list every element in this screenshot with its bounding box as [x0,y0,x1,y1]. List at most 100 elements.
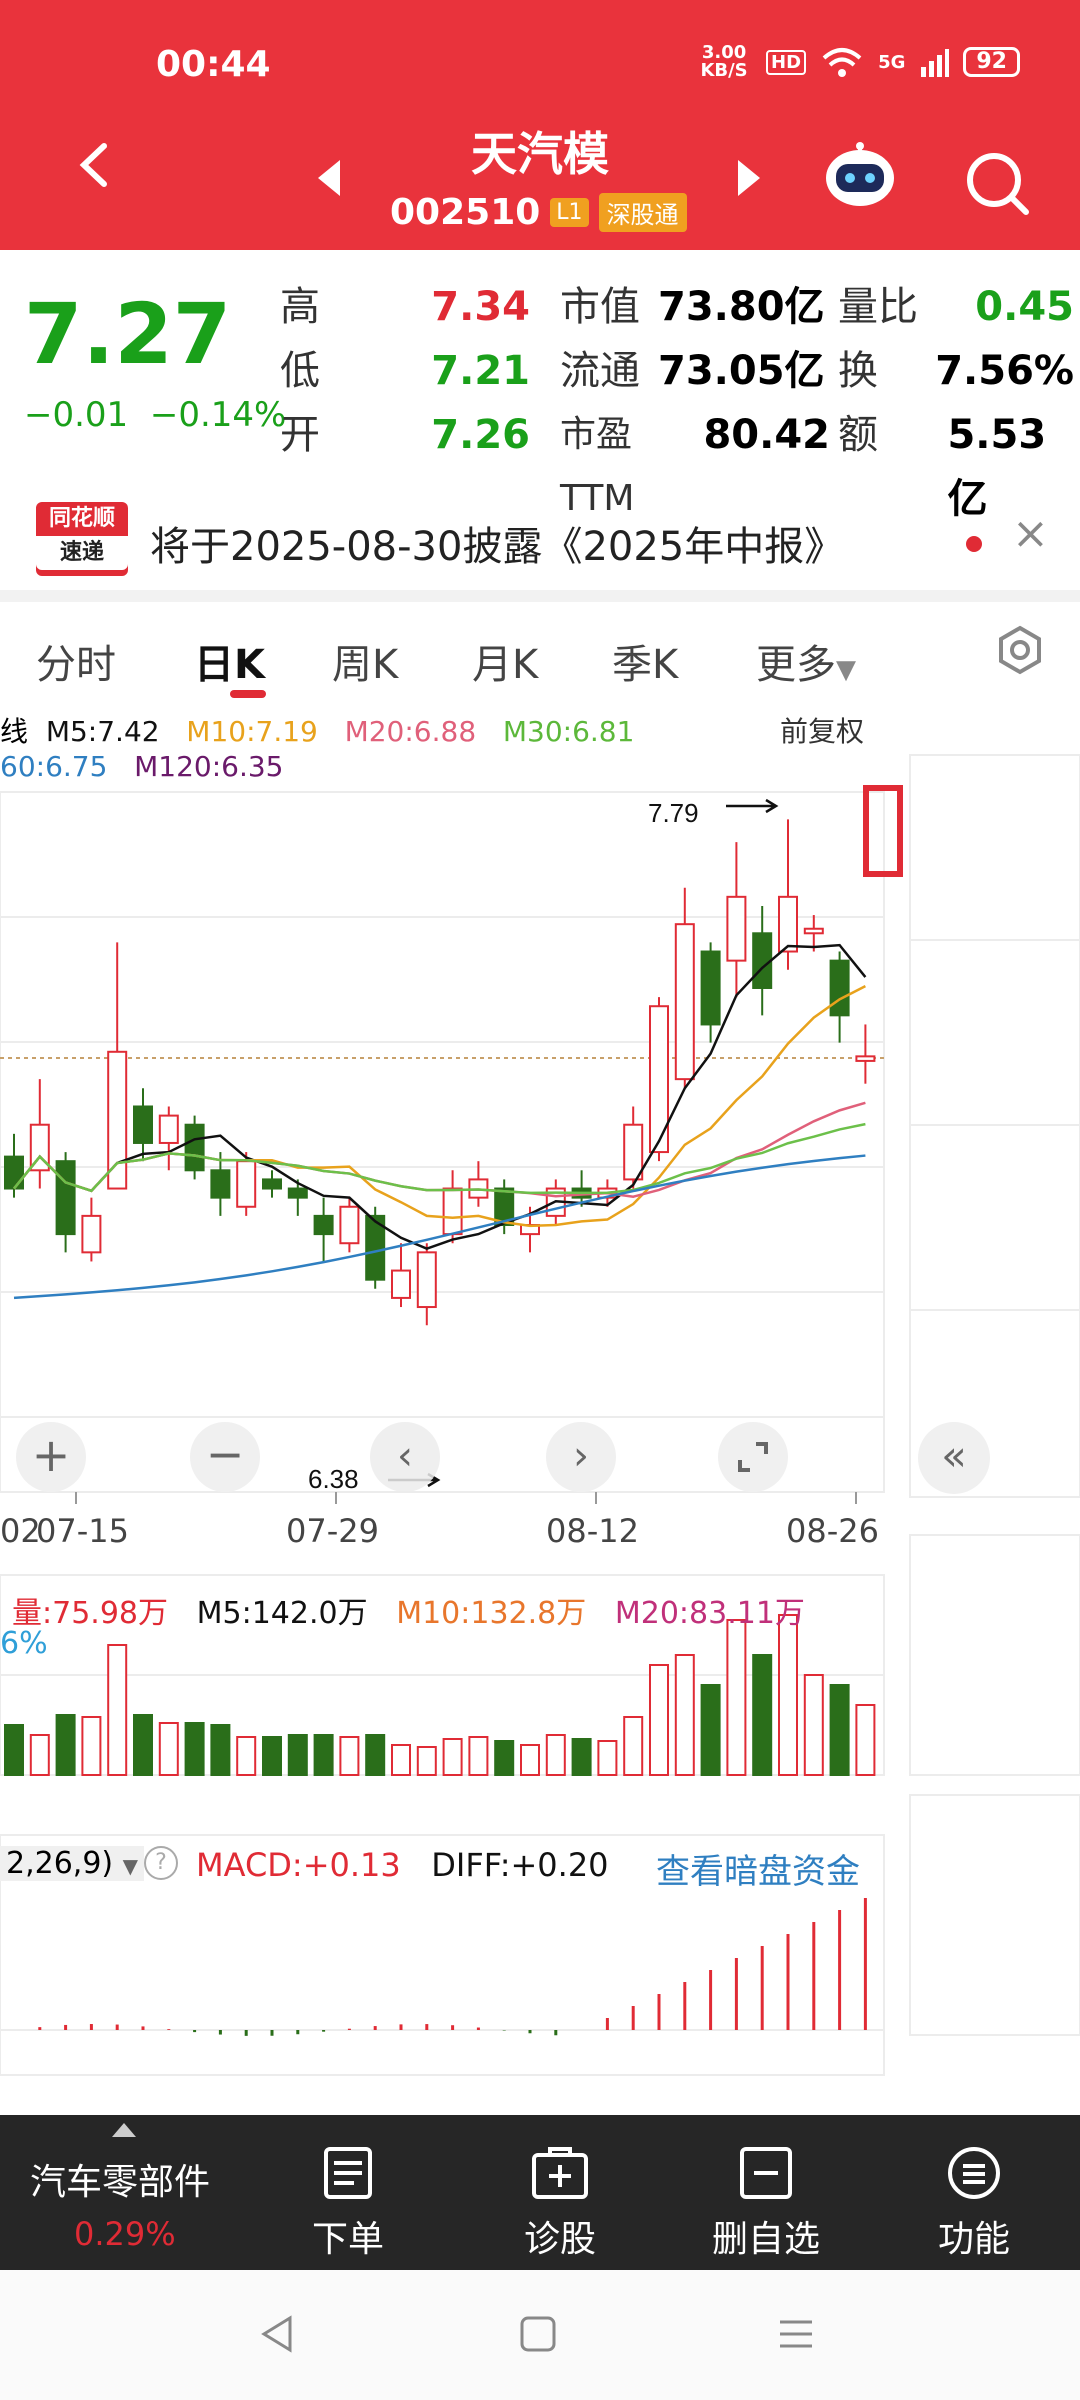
candle-body [829,959,850,1017]
volume-bar [262,1736,282,1776]
zoom-in-button[interactable]: + [16,1422,86,1492]
last-price: 7.27 [24,285,232,383]
high-marker-arrow [726,798,779,814]
high-label: 高 [280,284,320,330]
x-ticks [75,1492,857,1504]
mcap-label: 市值 [560,284,640,330]
quote-col-2: 市值 73.80亿 流通 73.05亿 市盈TTM 80.42 [560,275,830,519]
tab-more-label: 更多 [756,642,836,688]
candle-body [210,1169,231,1199]
volume-bar [158,1722,179,1776]
tab-quarterly-k[interactable]: 季K [612,632,678,690]
volume-bar [339,1736,360,1776]
x-date-prefix: 02 [0,1512,41,1550]
volume-bar [623,1716,644,1776]
x-date-2: 07-29 [286,1512,379,1550]
candles [4,819,876,1326]
tab-more[interactable]: 更多▼ [756,632,856,690]
candle-body [442,1187,463,1236]
x-date-3: 08-12 [546,1512,639,1550]
side-panel-macd [909,1794,1080,2036]
volume-bar [184,1722,205,1776]
settings-gear-icon[interactable] [994,624,1046,676]
volume-bar [726,1619,747,1776]
x-date-1: 07-15 [36,1512,129,1550]
quote-col-3: 量比 0.45 换 7.56% 额 5.53亿 [838,275,1074,522]
scroll-left-button[interactable]: ‹ [370,1422,440,1492]
notice-badge-top: 同花顺 [48,506,115,531]
pe-value: 80.42 [703,412,830,458]
robot-assistant-icon[interactable] [820,140,900,210]
volume-bar [210,1724,231,1776]
wifi-icon [822,48,862,77]
help-icon[interactable]: ? [144,1846,178,1880]
level-tag: L1 [550,198,589,227]
notice-banner[interactable]: 同花顺 速递 将于2025-08-30披露《2025年中报》 × [0,490,1080,590]
status-time: 00:44 [156,44,271,85]
collapse-panel-button[interactable]: « [918,1422,990,1494]
chevron-down-icon: ▼ [122,1854,139,1878]
volume-m5: M5:142.0万 [196,1596,368,1631]
volume-bar [365,1734,386,1776]
volume-bar [674,1654,695,1776]
nav-back-icon[interactable] [258,2314,298,2354]
candle-body [339,1205,360,1245]
fullscreen-icon [738,1442,768,1472]
remove-icon [740,2147,792,2199]
open-label: 开 [280,412,320,458]
volume-bar [700,1684,721,1776]
zoom-out-button[interactable]: − [190,1422,260,1492]
change-value: −0.01 [24,395,129,435]
chevron-down-icon: ▼ [836,655,856,685]
volume-bar [829,1684,850,1776]
function-button[interactable]: 功能 [938,2145,1010,2262]
low-marker-label: 6.38 [308,1464,359,1494]
tab-monthly-k[interactable]: 月K [472,632,538,690]
tab-daily-k[interactable]: 日K [194,632,265,690]
remove-watchlist-button[interactable]: 删自选 [712,2145,820,2262]
order-label: 下单 [312,2219,385,2260]
candle-body [623,1123,644,1181]
candle-body [752,932,773,989]
search-icon[interactable] [962,148,1032,218]
volume-m10: M10:132.8万 [396,1596,587,1631]
candle-body [313,1214,334,1236]
macd-value: MACD:+0.13 [196,1846,401,1884]
nav-home-icon[interactable] [518,2314,558,2354]
next-stock-icon[interactable] [738,160,760,196]
fullscreen-button[interactable] [718,1422,788,1492]
signal-icon [921,49,950,77]
dark-pool-link[interactable]: 查看暗盘资金 [656,1844,860,1893]
volume-bar [778,1614,798,1776]
candle-body [55,1160,76,1236]
volume-bar [416,1746,437,1776]
candle-body [133,1105,153,1144]
candle-body [391,1269,411,1299]
price-change: −0.01 −0.14% [24,395,286,435]
kline-chart-area[interactable]: 线 M5:7.42 M10:7.19 M20:6.88 M30:6.81 前复权… [0,700,1080,2080]
sector-name[interactable]: 汽车零部件 [30,2153,210,2205]
signal-label: 5G [878,51,906,73]
stock-detail-page: 00:44 3.00 KB/S HD 5G 92 天汽模 002510 L1 深… [0,0,1080,2400]
macd-param-select[interactable]: 2,26,9) ▼ [0,1846,145,1881]
nav-recents-icon[interactable] [776,2314,816,2354]
diagnose-button[interactable]: 诊股 [524,2145,596,2262]
active-tab-indicator [230,690,266,698]
tab-intraday[interactable]: 分时 [36,632,116,690]
tab-weekly-k[interactable]: 周K [332,632,398,690]
volume-bar [649,1664,669,1776]
battery-icon: 92 [963,47,1020,77]
market-tag: 深股通 [598,193,687,232]
diagnose-icon [532,2147,588,2199]
diff-value: DIFF:+0.20 [431,1846,609,1884]
scroll-right-button[interactable]: › [546,1422,616,1492]
system-nav-bar [0,2270,1080,2400]
volume-bar [391,1744,411,1776]
volume-legend: 量:75.98万 M5:142.0万 M10:132.8万 M20:83.11万 [12,1588,805,1632]
volume-bar [442,1738,463,1776]
close-icon[interactable]: × [1012,508,1049,559]
turnover-label: 换 [838,348,878,394]
remove-label: 删自选 [712,2219,821,2260]
unread-dot [966,536,982,552]
order-button[interactable]: 下单 [312,2145,384,2262]
